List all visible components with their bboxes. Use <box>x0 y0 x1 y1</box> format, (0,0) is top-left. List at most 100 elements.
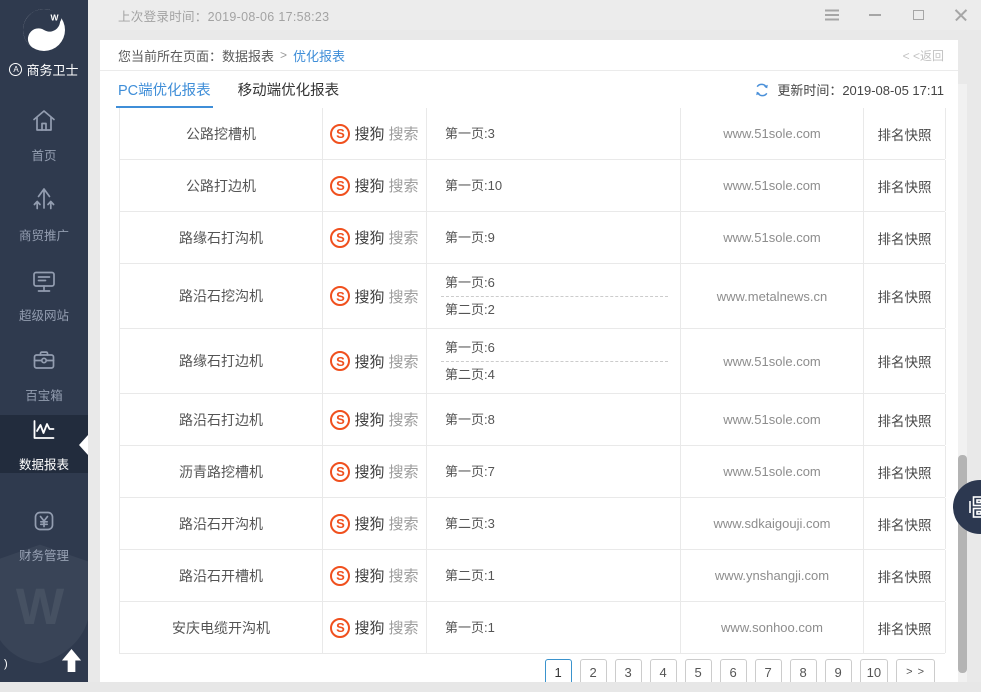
keyword-cell: 公路打边机 <box>120 160 323 211</box>
keyword-cell: 路沿石开沟机 <box>120 498 323 549</box>
window-minimize-icon[interactable] <box>867 7 883 23</box>
domain-cell: www.51sole.com <box>681 212 864 263</box>
window-maximize-icon[interactable] <box>910 7 926 23</box>
snapshot-link[interactable]: 排名快照 <box>864 108 946 159</box>
snapshot-link[interactable]: 排名快照 <box>864 446 946 497</box>
page-button-3[interactable]: 3 <box>615 659 642 682</box>
engine-suffix: 搜索 <box>389 286 419 307</box>
engine-cell: S 搜狗搜索 <box>323 264 427 328</box>
toolbox-icon <box>29 346 59 376</box>
sidebar-item-toolbox[interactable]: 百宝箱 <box>0 335 88 415</box>
engine-cell: S 搜狗搜索 <box>323 602 427 653</box>
tab-bar: PC端优化报表 移动端优化报表 更新时间：2019-08-05 17:11 <box>100 71 958 108</box>
keyword-cell: 路沿石开槽机 <box>120 550 323 601</box>
table-row: 公路挖槽机 S 搜狗搜索 第一页:3 www.51sole.com 排名快照 <box>120 108 945 160</box>
rank-cell: 第二页:3 <box>427 498 681 549</box>
rank-value: 第一页:9 <box>445 225 680 251</box>
back-to-top-button[interactable] <box>59 647 84 674</box>
breadcrumb: 您当前所在页面：数据报表 > 优化报表 < <返回 <box>100 40 958 71</box>
snapshot-link[interactable]: 排名快照 <box>864 264 946 328</box>
page-button-10[interactable]: 10 <box>860 659 888 682</box>
refresh-area: 更新时间：2019-08-05 17:11 <box>754 80 944 99</box>
ranking-table: 公路挖槽机 S 搜狗搜索 第一页:3 www.51sole.com 排名快照 公… <box>119 108 945 654</box>
engine-suffix: 搜索 <box>389 227 419 248</box>
page-button-2[interactable]: 2 <box>580 659 607 682</box>
engine-suffix: 搜索 <box>389 123 419 144</box>
main-area: 您当前所在页面：数据报表 > 优化报表 < <返回 PC端优化报表 移动端优化报… <box>88 30 981 682</box>
engine-suffix: 搜索 <box>389 617 419 638</box>
sidebar-item-finance[interactable]: 财务管理 <box>0 495 88 575</box>
engine-name: 搜狗 <box>354 175 384 196</box>
keyword-cell: 公路挖槽机 <box>120 108 323 159</box>
breadcrumb-prefix: 您当前所在页面：数据报表 <box>118 46 274 65</box>
tab-mobile[interactable]: 移动端优化报表 <box>238 71 340 108</box>
page-button-7[interactable]: 7 <box>755 659 782 682</box>
page-button-4[interactable]: 4 <box>650 659 677 682</box>
page-button-9[interactable]: 9 <box>825 659 852 682</box>
rank-cell: 第一页:6第二页:2 <box>427 264 681 328</box>
sidebar-item-home[interactable]: 首页 <box>0 95 88 175</box>
engine-cell: S 搜狗搜索 <box>323 446 427 497</box>
rank-value: 第一页:7 <box>445 459 680 485</box>
page-button-8[interactable]: 8 <box>790 659 817 682</box>
rank-cell: 第一页:6第二页:4 <box>427 329 681 393</box>
engine-name: 搜狗 <box>354 351 384 372</box>
engine-suffix: 搜索 <box>389 409 419 430</box>
sidebar-item-website[interactable]: 超级网站 <box>0 255 88 335</box>
snapshot-link[interactable]: 排名快照 <box>864 602 946 653</box>
page-button-6[interactable]: 6 <box>720 659 747 682</box>
window-close-icon[interactable] <box>953 7 969 23</box>
rank-cell: 第一页:7 <box>427 446 681 497</box>
window-menu-icon[interactable] <box>824 7 840 23</box>
refresh-icon[interactable] <box>754 82 770 98</box>
snapshot-link[interactable]: 排名快照 <box>864 498 946 549</box>
last-login-text: 上次登录时间：2019-08-06 17:58:23 <box>118 6 329 25</box>
tab-pc[interactable]: PC端优化报表 <box>118 71 211 108</box>
snapshot-link[interactable]: 排名快照 <box>864 329 946 393</box>
snapshot-link[interactable]: 排名快照 <box>864 212 946 263</box>
content-panel: 您当前所在页面：数据报表 > 优化报表 < <返回 PC端优化报表 移动端优化报… <box>100 40 958 682</box>
rank-value: 第一页:1 <box>445 615 680 641</box>
engine-suffix: 搜索 <box>389 565 419 586</box>
engine-cell: S 搜狗搜索 <box>323 498 427 549</box>
snapshot-link[interactable]: 排名快照 <box>864 160 946 211</box>
brand-name: 商务卫士 <box>26 60 78 79</box>
page-button-1[interactable]: 1 <box>545 659 572 682</box>
engine-suffix: 搜索 <box>389 513 419 534</box>
table-row: 安庆电缆开沟机 S 搜狗搜索 第一页:1 www.sonhoo.com 排名快照 <box>120 602 945 654</box>
rank-cell: 第一页:9 <box>427 212 681 263</box>
page-button-5[interactable]: 5 <box>685 659 712 682</box>
rank-value: 第二页:3 <box>445 511 680 537</box>
keyword-cell: 沥青路挖槽机 <box>120 446 323 497</box>
rank-value: 第一页:8 <box>445 407 680 433</box>
sidebar: W A 商务卫士 首页 商贸推广 超级网站 百宝箱 数据报表 财务管理 W ) <box>0 0 88 682</box>
engine-suffix: 搜索 <box>389 175 419 196</box>
domain-cell: www.sdkaigouji.com <box>681 498 864 549</box>
brand-mark-icon: A <box>9 63 22 76</box>
sogou-logo-icon: S <box>330 228 350 248</box>
sogou-logo-icon: S <box>330 124 350 144</box>
breadcrumb-current[interactable]: 优化报表 <box>293 46 345 65</box>
update-time-text: 更新时间：2019-08-05 17:11 <box>777 80 944 99</box>
table-row: 路缘石打沟机 S 搜狗搜索 第一页:9 www.51sole.com 排名快照 <box>120 212 945 264</box>
footer-glyph: ) <box>4 658 8 670</box>
rank-value: 第一页:6 <box>445 335 680 361</box>
domain-cell: www.metalnews.cn <box>681 264 864 328</box>
back-link[interactable]: < <返回 <box>903 47 944 64</box>
engine-cell: S 搜狗搜索 <box>323 550 427 601</box>
sidebar-item-report[interactable]: 数据报表 <box>0 415 88 473</box>
table-row: 路沿石挖沟机 S 搜狗搜索 第一页:6第二页:2 www.metalnews.c… <box>120 264 945 329</box>
rank-value: 第一页:6 <box>445 270 680 296</box>
app-logo: W A 商务卫士 <box>0 0 88 95</box>
engine-suffix: 搜索 <box>389 351 419 372</box>
keyword-cell: 安庆电缆开沟机 <box>120 602 323 653</box>
sidebar-item-promotion[interactable]: 商贸推广 <box>0 175 88 255</box>
rank-cell: 第一页:1 <box>427 602 681 653</box>
sogou-logo-icon: S <box>330 351 350 371</box>
table-row: 公路打边机 S 搜狗搜索 第一页:10 www.51sole.com 排名快照 <box>120 160 945 212</box>
window-controls <box>824 7 969 23</box>
snapshot-link[interactable]: 排名快照 <box>864 550 946 601</box>
snapshot-link[interactable]: 排名快照 <box>864 394 946 445</box>
next-page-button[interactable]: > > <box>896 659 935 682</box>
sogou-logo-icon: S <box>330 410 350 430</box>
